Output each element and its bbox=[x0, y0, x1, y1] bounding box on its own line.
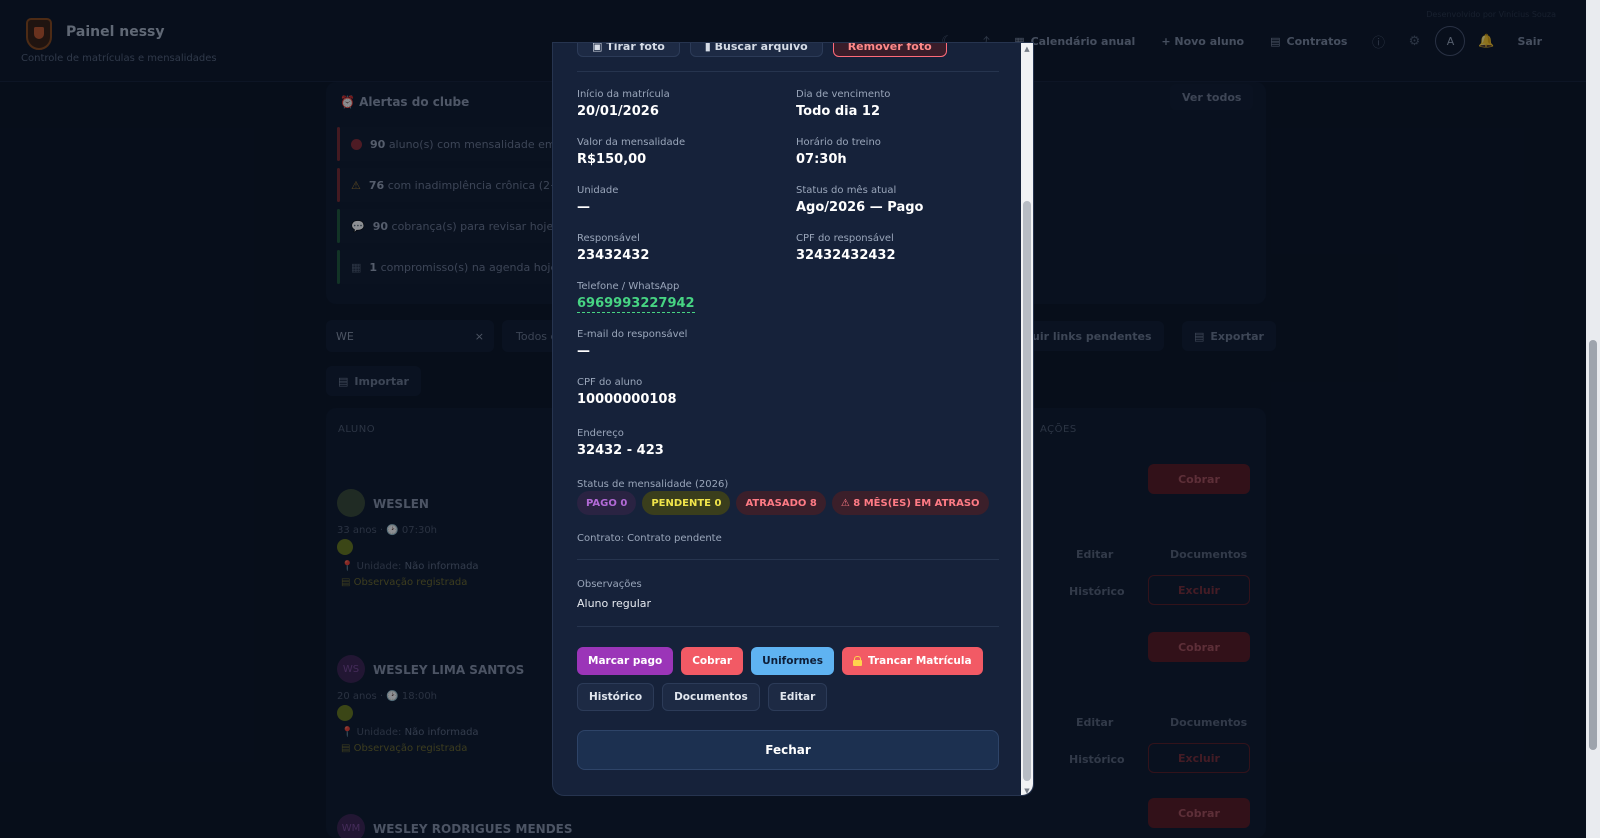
notes-value: Aluno regular bbox=[577, 597, 652, 610]
enrollment-start-label: Início da matrícula bbox=[577, 89, 670, 100]
guardian-value: 23432432 bbox=[577, 248, 650, 263]
student-cpf-value: 10000000108 bbox=[577, 392, 677, 407]
secondary-actions: Histórico Documentos Editar bbox=[577, 683, 828, 711]
divider bbox=[577, 626, 999, 627]
photo-actions: ▣ Tirar foto ▮ Buscar arquivo Remover fo… bbox=[577, 42, 947, 57]
current-month-status-label: Status do mês atual bbox=[796, 185, 897, 196]
guardian-cpf-label: CPF do responsável bbox=[796, 233, 894, 244]
take-photo-button[interactable]: ▣ Tirar foto bbox=[577, 42, 680, 57]
lock-enrollment-label: Trancar Matrícula bbox=[867, 655, 972, 667]
monthly-fee-label: Valor da mensalidade bbox=[577, 137, 686, 148]
guardian-cpf-value: 32432432432 bbox=[796, 248, 896, 263]
unit-value: — bbox=[577, 200, 590, 215]
unit-label: Unidade bbox=[577, 185, 619, 196]
guardian-label: Responsável bbox=[577, 233, 640, 244]
scroll-down-icon[interactable]: ▼ bbox=[1023, 787, 1031, 795]
edit-button[interactable]: Editar bbox=[767, 683, 828, 711]
late-count-chip: ATRASADO 8 bbox=[736, 491, 826, 515]
notes-label: Observações bbox=[577, 579, 642, 590]
camera-icon: ▣ bbox=[592, 42, 607, 53]
guardian-email-label: E-mail do responsável bbox=[577, 329, 688, 340]
student-cpf-label: CPF do aluno bbox=[577, 377, 643, 388]
enrollment-start-value: 20/01/2026 bbox=[577, 104, 659, 119]
paid-count-chip: PAGO 0 bbox=[577, 491, 637, 515]
modal-scrollbar-thumb[interactable] bbox=[1023, 201, 1031, 781]
remove-photo-button[interactable]: Remover foto bbox=[832, 43, 947, 57]
scroll-up-icon[interactable]: ▲ bbox=[1023, 45, 1031, 53]
student-details-modal: ▣ Tirar foto ▮ Buscar arquivo Remover fo… bbox=[552, 42, 1034, 796]
page-scrollbar-thumb[interactable] bbox=[1589, 340, 1597, 750]
page-scrollbar[interactable] bbox=[1586, 0, 1600, 838]
due-day-label: Dia de vencimento bbox=[796, 89, 891, 100]
modal-scrollbar[interactable]: ▲ ▼ bbox=[1021, 43, 1033, 795]
training-time-value: 07:30h bbox=[796, 152, 847, 167]
current-month-status-value: Ago/2026 — Pago bbox=[796, 200, 924, 215]
close-button[interactable]: Fechar bbox=[577, 730, 999, 770]
divider bbox=[577, 71, 999, 72]
divider bbox=[577, 559, 999, 560]
due-day-value: Todo dia 12 bbox=[796, 104, 880, 119]
contract-status: Contrato: Contrato pendente bbox=[577, 533, 722, 544]
browse-file-button[interactable]: ▮ Buscar arquivo bbox=[689, 42, 823, 57]
history-button[interactable]: Histórico bbox=[577, 683, 655, 711]
months-late-chip: ⚠ 8 MÊS(ES) EM ATRASO bbox=[831, 491, 989, 515]
monthly-fee-value: R$150,00 bbox=[577, 152, 647, 167]
lock-icon bbox=[852, 656, 862, 666]
fee-status-title: Status de mensalidade (2026) bbox=[577, 479, 729, 490]
primary-actions: Marcar pago Cobrar Uniformes Trancar Mat… bbox=[577, 647, 983, 675]
address-value: 32432 - 423 bbox=[577, 443, 664, 458]
documents-button[interactable]: Documentos bbox=[662, 683, 760, 711]
uniforms-button[interactable]: Uniformes bbox=[751, 647, 834, 675]
phone-link[interactable]: 6969993227942 bbox=[577, 296, 695, 313]
phone-label: Telefone / WhatsApp bbox=[577, 281, 680, 292]
mark-paid-button[interactable]: Marcar pago bbox=[577, 647, 674, 675]
fee-status-chips: PAGO 0 PENDENTE 0 ATRASADO 8 ⚠ 8 MÊS(ES)… bbox=[577, 491, 989, 515]
lock-enrollment-button[interactable]: Trancar Matrícula bbox=[841, 647, 983, 675]
file-icon: ▮ bbox=[704, 42, 715, 53]
charge-button[interactable]: Cobrar bbox=[681, 647, 744, 675]
address-label: Endereço bbox=[577, 428, 624, 439]
training-time-label: Horário do treino bbox=[796, 137, 881, 148]
pending-count-chip: PENDENTE 0 bbox=[642, 491, 731, 515]
guardian-email-value: — bbox=[577, 344, 590, 359]
